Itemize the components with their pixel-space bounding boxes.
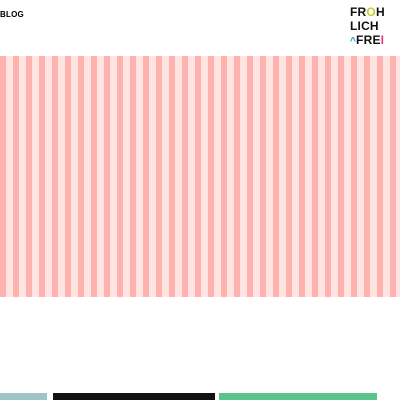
logo-frohlich-frei[interactable]: FROH LICH ^FREI [350, 6, 396, 48]
bottom-teaser-bar-2[interactable] [53, 393, 215, 400]
bottom-teaser-bar-1[interactable] [0, 393, 47, 400]
logo-line-1: FROH [350, 6, 385, 18]
logo-line-1-b: H [375, 5, 385, 19]
logo-line-3-bar: I [380, 33, 385, 47]
logo-line-2: LICH [350, 19, 379, 33]
bottom-teaser-bar-3[interactable] [219, 393, 377, 400]
logo-line-3-text: FRE [356, 33, 381, 47]
hero-striped-banner [0, 56, 400, 297]
logo-line-1-a: FR [350, 5, 367, 19]
nav-blog-link[interactable]: BLOG [0, 10, 24, 19]
page: BLOG FROH LICH ^FREI [0, 0, 400, 400]
logo-line-1-o: O [366, 5, 376, 19]
logo-line-3: ^FREI [350, 34, 384, 48]
